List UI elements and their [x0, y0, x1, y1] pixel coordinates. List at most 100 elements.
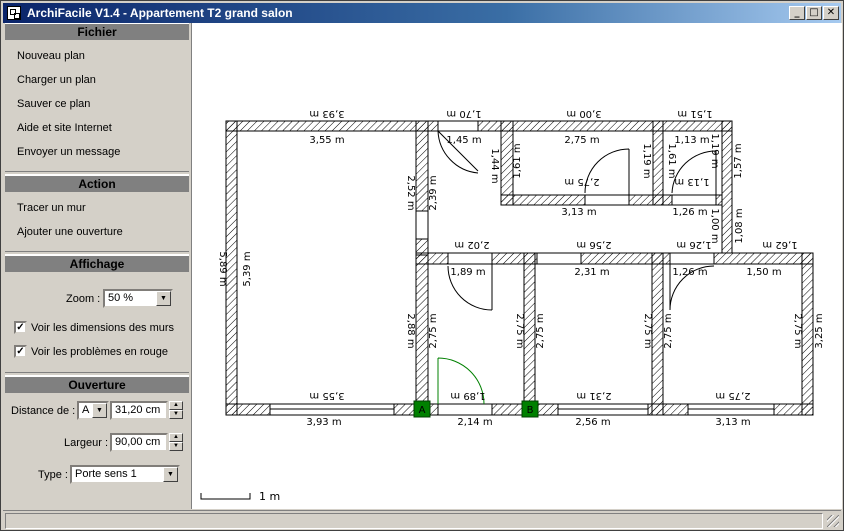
distance-label: Distance de : [11, 405, 76, 417]
opening-gap[interactable] [437, 120, 479, 132]
wall-inner-v3[interactable] [652, 120, 664, 206]
title-bar[interactable]: ArchiFacile V1.4 - Appartement T2 grand … [3, 3, 841, 23]
menu-item-ajouter-ouverture[interactable]: Ajouter une ouverture [17, 226, 123, 238]
dim-label: 2,75 m [535, 313, 546, 348]
largeur-spinner[interactable]: ▲ ▼ [169, 433, 183, 452]
spin-down-icon[interactable]: ▼ [169, 410, 183, 419]
dim-label: 1,45 m [446, 135, 481, 146]
largeur-input[interactable]: 90,00 cm [110, 433, 168, 452]
largeur-label: Largeur : [64, 437, 109, 449]
opening-gap[interactable] [584, 194, 630, 206]
dim-label: 5,39 m [242, 251, 253, 286]
menu-item-charger-plan[interactable]: Charger un plan [17, 74, 96, 86]
dim-label: 1,51 m [677, 108, 712, 119]
dim-label: 3,93 m [309, 108, 344, 119]
dim-label: 3,55 m [309, 390, 344, 401]
window-title: ArchiFacile V1.4 - Appartement T2 grand … [27, 6, 293, 20]
app-window: ArchiFacile V1.4 - Appartement T2 grand … [0, 0, 844, 531]
dim-label: 2,14 m [457, 417, 492, 428]
spin-down-icon[interactable]: ▼ [169, 442, 183, 451]
dimensions-checkbox-label[interactable]: Voir les dimensions des murs [31, 322, 174, 334]
menu-item-sauver-plan[interactable]: Sauver ce plan [17, 98, 90, 110]
opening-gap[interactable] [437, 403, 493, 416]
dim-label: 3,25 m [814, 313, 825, 348]
spin-up-icon[interactable]: ▲ [169, 401, 183, 410]
dim-label: 1,26 m [676, 239, 711, 250]
dropdown-arrow-icon[interactable]: ▼ [92, 403, 107, 418]
dim-label: 1,26 m [672, 267, 707, 278]
zoom-value: 50 % [108, 292, 134, 304]
status-bar [3, 510, 841, 529]
type-select[interactable]: Porte sens 1 ▼ [70, 465, 180, 484]
distance-ref-select[interactable]: A ▼ [77, 401, 109, 420]
dim-label: 3,13 m [715, 417, 750, 428]
opening-gap[interactable] [536, 252, 582, 265]
dim-label: 3,93 m [306, 417, 341, 428]
section-header-affichage: Affichage [5, 255, 189, 272]
opening-gap[interactable] [671, 194, 717, 206]
scale-bar: 1 m [200, 490, 280, 503]
section-header-action: Action [5, 175, 189, 192]
status-panel [5, 513, 823, 529]
dim-label: 2,75 m [663, 313, 674, 348]
floor-plan[interactable]: A B 3,93 m 3,55 m 1,70 m 1,45 m 3,00 m 2… [192, 23, 842, 509]
type-value: Porte sens 1 [75, 468, 137, 480]
dim-label: 1,00 m [709, 208, 720, 243]
dim-label: 1,62 m [762, 239, 797, 250]
menu-item-envoyer-message[interactable]: Envoyer un message [17, 146, 120, 158]
dim-label: 2,75 m [792, 313, 803, 348]
dim-label: 2,88 m [405, 313, 416, 348]
problems-checkbox-label[interactable]: Voir les problèmes en rouge [31, 346, 168, 358]
opening-gap[interactable] [447, 252, 493, 265]
dim-label: 5,89 m [217, 251, 228, 286]
plan-canvas[interactable]: A B 3,93 m 3,55 m 1,70 m 1,45 m 3,00 m 2… [191, 23, 842, 509]
dim-label: 2,75 m [428, 313, 439, 348]
menu-item-tracer-mur[interactable]: Tracer un mur [17, 202, 86, 214]
opening-gap[interactable] [415, 210, 429, 240]
dropdown-arrow-icon[interactable]: ▼ [163, 467, 178, 482]
dim-label: 2,75 m [715, 390, 750, 401]
close-button[interactable]: ✕ [823, 6, 839, 20]
dim-label: 1,13 m [674, 135, 709, 146]
dim-label: 1,19 m [709, 133, 720, 168]
dim-label: 1,13 m [674, 176, 709, 187]
dim-label: 2,31 m [576, 390, 611, 401]
minimize-button[interactable]: _ [789, 6, 805, 20]
resize-grip-icon[interactable] [827, 515, 839, 527]
dim-label: 1,89 m [450, 267, 485, 278]
spin-up-icon[interactable]: ▲ [169, 433, 183, 442]
dim-label: 2,56 m [575, 417, 610, 428]
zoom-label: Zoom : [66, 293, 101, 305]
zoom-select[interactable]: 50 % ▼ [103, 289, 173, 308]
dim-label: 2,31 m [574, 267, 609, 278]
type-label: Type : [38, 469, 68, 481]
wall-right-upper[interactable] [721, 120, 733, 254]
problems-checkbox[interactable]: ✓ [14, 345, 27, 358]
dim-label: 2,39 m [428, 175, 439, 210]
sidebar: Fichier Nouveau plan Charger un plan Sau… [3, 23, 190, 496]
dim-label: 2,02 m [454, 239, 489, 250]
dim-label: 1,89 m [450, 390, 485, 401]
dim-label: 3,13 m [561, 207, 596, 218]
distance-input[interactable]: 31,20 cm [110, 401, 168, 420]
maximize-button[interactable]: □ [806, 6, 822, 20]
distance-spinner[interactable]: ▲ ▼ [169, 401, 183, 420]
dimensions-checkbox[interactable]: ✓ [14, 321, 27, 334]
menu-item-nouveau-plan[interactable]: Nouveau plan [17, 50, 85, 62]
dim-label: 1,50 m [746, 267, 781, 278]
scale-label: 1 m [259, 490, 280, 503]
opening-gap[interactable] [669, 252, 715, 265]
dim-label: 2,75 m [564, 176, 599, 187]
menu-item-aide[interactable]: Aide et site Internet [17, 122, 112, 134]
dimension-labels: 3,93 m 3,55 m 1,70 m 1,45 m 3,00 m 2,75 … [217, 108, 825, 428]
marker-a-label: A [419, 405, 426, 416]
section-header-fichier: Fichier [5, 23, 189, 40]
dim-label: 2,56 m [576, 239, 611, 250]
dim-label: 2,75 m [514, 313, 525, 348]
dropdown-arrow-icon[interactable]: ▼ [156, 291, 171, 306]
dim-label: 1,70 m [446, 108, 481, 119]
door-swing[interactable] [584, 148, 630, 195]
wall-inner-v4[interactable] [415, 252, 429, 416]
dim-label: 1,61 m [512, 143, 523, 178]
dim-label: 1,61 m [666, 143, 677, 178]
